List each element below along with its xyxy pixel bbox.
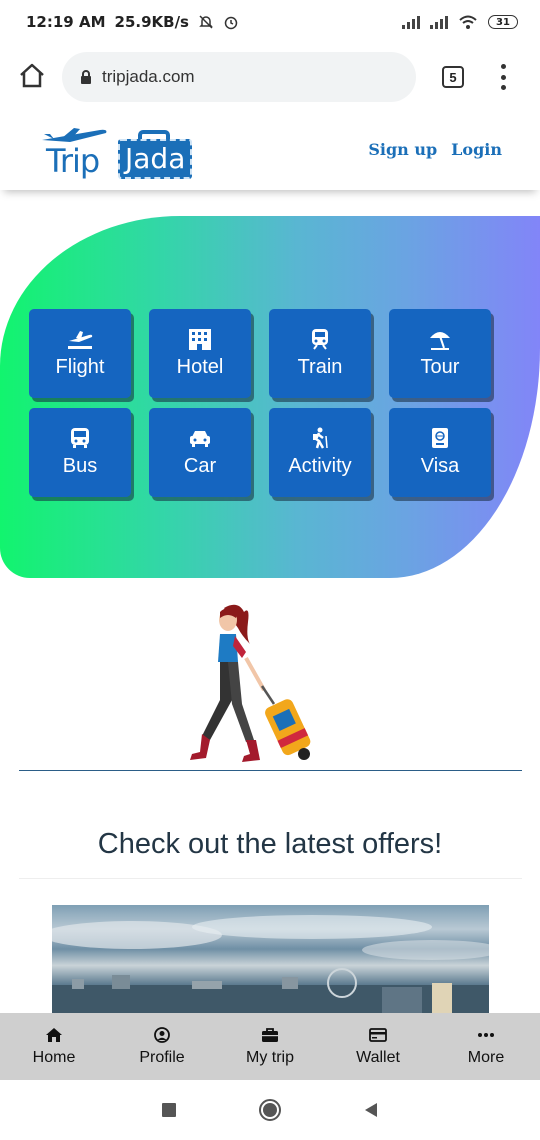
passport-icon <box>432 428 448 448</box>
system-navigation-bar <box>0 1080 540 1140</box>
nav-label: More <box>467 1048 505 1066</box>
logo-jada-text: Jada <box>118 139 193 179</box>
nav-label: My trip <box>246 1048 294 1066</box>
services-grid: Flight Hotel Train Tour Bus Car Activity… <box>29 309 493 497</box>
signup-link[interactable]: Sign up <box>368 140 437 159</box>
site-header: Trip Jada Sign up Login <box>0 112 540 190</box>
car-icon <box>190 431 210 447</box>
hotel-icon <box>189 329 211 350</box>
service-activity-button[interactable]: Activity <box>269 408 371 497</box>
status-net-speed: 25.9KB/s <box>114 13 189 31</box>
logo-trip-text: Trip <box>46 142 100 180</box>
url-bar[interactable]: tripjada.com <box>62 52 416 102</box>
nav-label: Profile <box>139 1048 185 1066</box>
offers-heading: Check out the latest offers! <box>97 828 443 860</box>
status-time: 12:19 AM <box>26 13 106 31</box>
status-bar: 12:19 AM 25.9KB/s 31 <box>0 0 540 44</box>
train-icon <box>312 329 328 350</box>
service-label: Car <box>183 455 217 477</box>
service-label: Visa <box>420 455 460 477</box>
tab-switcher-button[interactable]: 5 <box>442 66 464 88</box>
status-left: 12:19 AM 25.9KB/s <box>26 13 239 31</box>
service-bus-button[interactable]: Bus <box>29 408 131 497</box>
nav-more[interactable]: More <box>444 1013 528 1080</box>
browser-toolbar: tripjada.com 5 <box>0 44 540 112</box>
service-hotel-button[interactable]: Hotel <box>149 309 251 398</box>
beach-umbrella-icon <box>430 332 450 350</box>
offer-banner-image[interactable] <box>52 905 489 1015</box>
nav-wallet[interactable]: Wallet <box>336 1013 420 1080</box>
city-skyline-image <box>52 915 489 1015</box>
battery-icon: 31 <box>488 15 518 29</box>
service-label: Train <box>297 356 343 378</box>
nav-label: Home <box>32 1048 76 1066</box>
briefcase-icon <box>262 1027 278 1042</box>
login-link[interactable]: Login <box>451 140 502 159</box>
nav-label: Wallet <box>356 1048 400 1066</box>
traveler-illustration <box>190 604 311 762</box>
service-car-button[interactable]: Car <box>149 408 251 497</box>
service-flight-button[interactable]: Flight <box>29 309 131 398</box>
lock-icon <box>81 69 91 84</box>
service-label: Tour <box>420 356 460 378</box>
nav-my-trip[interactable]: My trip <box>228 1013 312 1080</box>
auth-links: Sign up Login <box>368 140 502 159</box>
service-visa-button[interactable]: Visa <box>389 408 491 497</box>
service-label: Bus <box>62 455 98 477</box>
back-icon[interactable] <box>363 1102 379 1118</box>
wifi-icon <box>459 15 477 29</box>
wallet-icon <box>369 1027 387 1042</box>
service-label: Hotel <box>176 356 224 378</box>
offers-divider <box>19 878 522 879</box>
signal-icon <box>402 15 420 29</box>
bus-icon <box>71 428 89 448</box>
hiking-icon <box>313 427 328 449</box>
bottom-navigation: Home Profile My trip Wallet More <box>0 1013 540 1080</box>
service-tour-button[interactable]: Tour <box>389 309 491 398</box>
service-label: Activity <box>288 455 352 477</box>
home-circle-icon[interactable] <box>258 1098 282 1122</box>
notification-off-icon <box>199 15 213 29</box>
section-divider <box>19 770 522 771</box>
status-right: 31 <box>402 14 518 30</box>
alarm-icon <box>224 16 238 30</box>
url-text: tripjada.com <box>102 67 195 86</box>
nav-home[interactable]: Home <box>12 1013 96 1080</box>
user-circle-icon <box>154 1026 170 1043</box>
nav-profile[interactable]: Profile <box>120 1013 204 1080</box>
flight-icon <box>68 331 93 349</box>
tripjada-logo[interactable]: Trip Jada <box>40 122 200 180</box>
home-icon <box>46 1027 62 1042</box>
home-icon[interactable] <box>18 62 46 90</box>
service-train-button[interactable]: Train <box>269 309 371 398</box>
recents-icon[interactable] <box>161 1102 177 1118</box>
more-vertical-icon[interactable] <box>498 64 508 90</box>
service-label: Flight <box>55 356 105 378</box>
more-horizontal-icon <box>478 1032 494 1037</box>
signal-icon <box>430 15 448 29</box>
